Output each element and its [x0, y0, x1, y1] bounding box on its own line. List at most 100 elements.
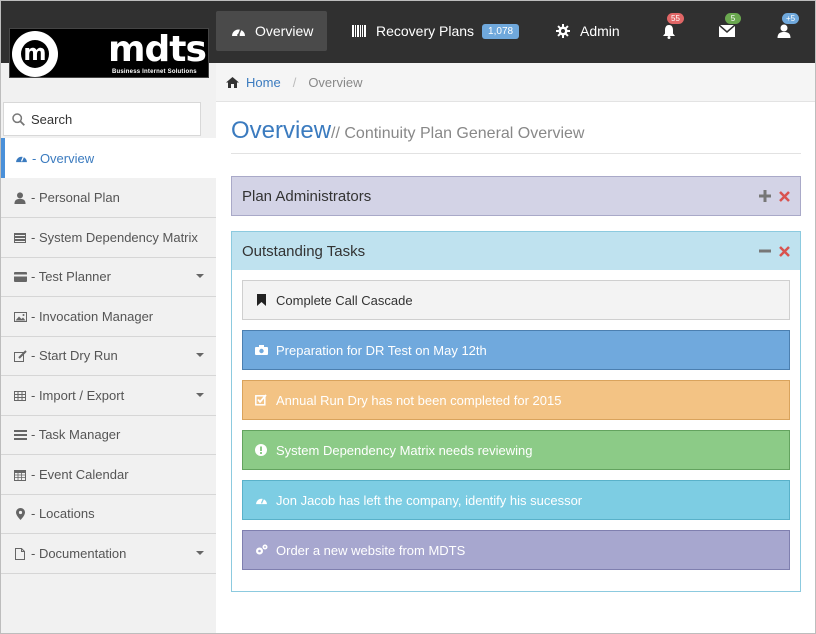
- task-label: System Dependency Matrix needs reviewing: [276, 442, 533, 458]
- sidebar-item-label: - Personal Plan: [31, 190, 120, 205]
- sidebar-item-label: - Event Calendar: [31, 467, 129, 482]
- expand-icon[interactable]: [759, 189, 771, 206]
- dashboard-icon: [254, 493, 268, 507]
- page-subtitle: // Continuity Plan General Overview: [331, 125, 585, 142]
- sidebar-item-label: - Task Manager: [31, 427, 121, 442]
- user-icon: [777, 24, 791, 38]
- close-icon[interactable]: [779, 189, 790, 206]
- nav-recovery-plans[interactable]: Recovery Plans 1,078: [337, 11, 533, 51]
- brand-logo[interactable]: m mdts Business Internet Solutions: [9, 28, 209, 78]
- close-icon[interactable]: [779, 244, 790, 261]
- task-item[interactable]: Preparation for DR Test on May 12th: [242, 330, 790, 370]
- panel-title: Outstanding Tasks: [242, 242, 366, 260]
- panel-tools: [759, 244, 790, 261]
- task-item[interactable]: Annual Run Dry has not been completed fo…: [242, 380, 790, 420]
- sidebar-item-system-dependency-matrix[interactable]: - System Dependency Matrix: [1, 218, 216, 258]
- sidebar-item-documentation[interactable]: - Documentation: [1, 534, 216, 574]
- user-menu-button[interactable]: +5: [774, 13, 800, 41]
- breadcrumb-current: Overview: [308, 74, 363, 90]
- sidebar-item-label: - Overview: [32, 150, 95, 166]
- nav-admin-label: Admin: [580, 23, 620, 39]
- table-icon: [13, 389, 27, 403]
- logo-wordmark: mdts: [108, 29, 207, 70]
- title-divider: [231, 153, 801, 154]
- notifications-count: 55: [667, 13, 684, 24]
- task-item[interactable]: Complete Call Cascade: [242, 280, 790, 320]
- home-icon: [226, 76, 239, 88]
- notifications-button[interactable]: 55: [659, 13, 684, 41]
- user-icon: [13, 191, 27, 205]
- task-label: Annual Run Dry has not been completed fo…: [276, 392, 562, 408]
- edit-icon: [13, 349, 27, 363]
- user-count: +5: [782, 13, 800, 24]
- breadcrumb-home-link[interactable]: Home: [246, 75, 281, 90]
- sidebar-item-label: - Documentation: [31, 546, 127, 561]
- search-input[interactable]: Search: [3, 102, 201, 136]
- messages-button[interactable]: 5: [717, 13, 741, 41]
- sidebar-item-import-export[interactable]: - Import / Export: [1, 376, 216, 416]
- envelope-icon: [719, 25, 735, 37]
- outstanding-tasks-list: Complete Call Cascade Preparation for DR…: [231, 270, 801, 592]
- recovery-plans-count-badge: 1,078: [482, 23, 520, 39]
- gear-icon: [555, 23, 571, 39]
- main-content: Overview// Continuity Plan General Overv…: [216, 102, 815, 633]
- sidebar-item-test-planner[interactable]: - Test Planner: [1, 257, 216, 297]
- tasks-icon: [13, 428, 27, 442]
- sidebar: Search - Overview - Personal Plan - Syst…: [1, 101, 216, 633]
- sidebar-item-personal-plan[interactable]: - Personal Plan: [1, 178, 216, 218]
- outstanding-tasks-panel: Outstanding Tasks: [231, 231, 801, 271]
- sidebar-item-task-manager[interactable]: - Task Manager: [1, 415, 216, 455]
- sidebar-item-label: - Invocation Manager: [31, 309, 154, 324]
- page-title: Overview// Continuity Plan General Overv…: [231, 117, 584, 145]
- credit-card-icon: [13, 270, 27, 284]
- list-icon: [13, 231, 27, 245]
- sidebar-item-label: - Import / Export: [31, 388, 125, 403]
- sidebar-item-locations[interactable]: - Locations: [1, 494, 216, 534]
- image-icon: [13, 310, 27, 324]
- dashboard-icon: [230, 23, 246, 39]
- nav-overview-label: Overview: [255, 23, 314, 39]
- check-square-icon: [254, 393, 268, 407]
- panel-tools: [759, 189, 790, 206]
- task-item[interactable]: Jon Jacob has left the company, identify…: [242, 480, 790, 520]
- task-item[interactable]: System Dependency Matrix needs reviewing: [242, 430, 790, 470]
- bell-icon: [663, 24, 675, 39]
- barcode-icon: [351, 23, 367, 39]
- cogs-icon: [254, 543, 268, 557]
- sidebar-item-label: - Test Planner: [31, 269, 111, 284]
- search-icon: [12, 112, 25, 126]
- sidebar-item-invocation-manager[interactable]: - Invocation Manager: [1, 297, 216, 337]
- plan-administrators-panel: Plan Administrators: [231, 176, 801, 216]
- breadcrumb: Home / Overview: [216, 63, 815, 102]
- file-icon: [13, 547, 27, 561]
- sidebar-item-overview[interactable]: - Overview: [1, 138, 216, 178]
- panel-title: Plan Administrators: [242, 187, 372, 205]
- nav-recovery-plans-label: Recovery Plans: [376, 23, 475, 39]
- camera-icon: [254, 343, 268, 357]
- chevron-down-icon: [196, 393, 204, 397]
- collapse-icon[interactable]: [759, 244, 771, 261]
- logo-letter: m: [21, 40, 49, 68]
- task-label: Complete Call Cascade: [276, 292, 413, 308]
- logo-tagline: Business Internet Solutions: [112, 69, 197, 75]
- chevron-down-icon: [196, 274, 204, 278]
- dashboard-icon: [14, 151, 28, 165]
- sidebar-item-event-calendar[interactable]: - Event Calendar: [1, 455, 216, 495]
- messages-count: 5: [725, 13, 741, 24]
- calendar-icon: [13, 468, 27, 482]
- sidebar-item-start-dry-run[interactable]: - Start Dry Run: [1, 336, 216, 376]
- bookmark-icon: [254, 293, 268, 307]
- task-label: Preparation for DR Test on May 12th: [276, 342, 487, 358]
- page-title-text: Overview: [231, 117, 332, 144]
- nav-overview[interactable]: Overview: [216, 11, 328, 51]
- sidebar-item-label: - System Dependency Matrix: [31, 230, 198, 245]
- search-label: Search: [31, 111, 73, 127]
- app-window: m mdts Business Internet Solutions Overv…: [0, 0, 816, 634]
- exclamation-circle-icon: [254, 443, 268, 457]
- nav-admin[interactable]: Admin: [541, 11, 634, 51]
- sidebar-item-label: - Start Dry Run: [31, 348, 118, 363]
- task-item[interactable]: Order a new website from MDTS: [242, 530, 790, 570]
- logo-mark: m: [12, 31, 58, 77]
- task-label: Order a new website from MDTS: [276, 542, 466, 558]
- chevron-down-icon: [196, 353, 204, 357]
